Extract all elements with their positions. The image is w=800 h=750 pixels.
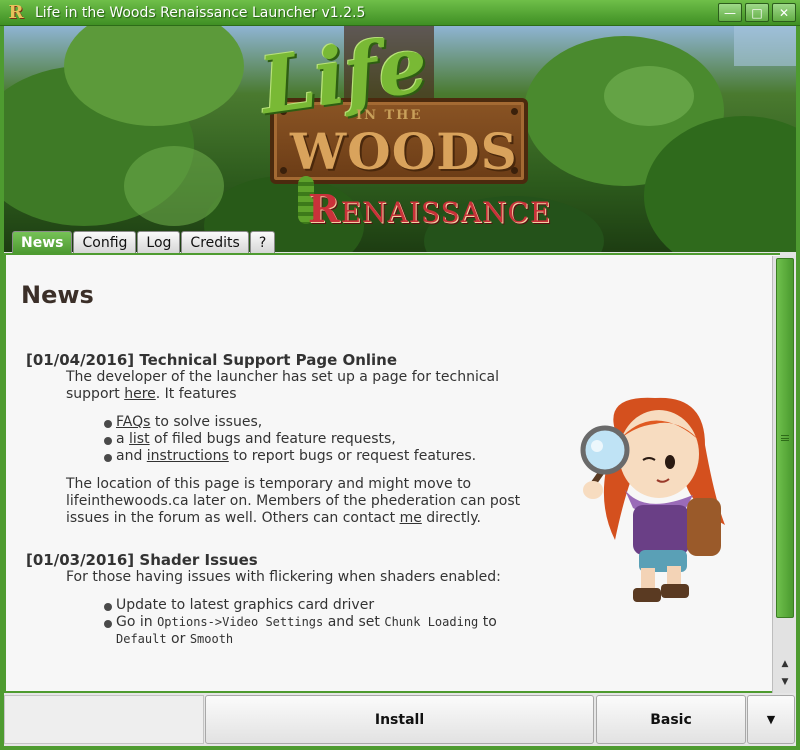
grip-icon [781,435,789,441]
article-intro: For those having issues with flickering … [66,569,501,585]
article-title: [01/04/2016] Technical Support Page Onli… [26,351,398,369]
mascot-illustration [580,397,725,602]
list-item: FAQs to solve issues, [104,414,546,431]
list-item-text: and [116,448,147,464]
status-area [4,695,204,744]
article-text: . It features [155,386,237,402]
list-item-text: to [478,614,497,630]
maximize-button[interactable]: □ [745,3,769,22]
list-item-text: Go in [116,614,158,630]
tab-config[interactable]: Config [73,231,137,253]
instructions-link[interactable]: instructions [147,448,229,464]
support-page-link[interactable]: here [124,386,156,402]
mode-select[interactable]: Basic [596,695,746,744]
list-item: Update to latest graphics card driver [104,597,546,614]
vertical-scrollbar[interactable]: ▲ ▼ [772,256,796,693]
window-controls: — □ ✕ [718,3,796,22]
fix-list: Update to latest graphics card driver Go… [104,597,546,648]
article-outro: The location of this page is temporary a… [66,476,546,527]
tab-bar: News Config Log Credits ? [12,231,276,253]
tab-news[interactable]: News [12,231,73,253]
logo-woods-text: WOODS [290,122,518,181]
faqs-link[interactable]: FAQs [116,414,150,430]
list-item-text: to report bugs or request features. [228,448,477,464]
logo-renaissance-rest: ENAISSANCE [340,196,552,229]
article-text: directly. [421,510,481,526]
list-item: Go in Options->Video Settings and set Ch… [104,614,546,648]
tab-log[interactable]: Log [137,231,181,253]
logo-renaissance-text: RENAISSANCE [308,186,551,231]
install-button[interactable]: Install [205,695,594,744]
list-item-text: a [116,431,130,447]
chevron-down-icon[interactable]: ▼ [747,695,795,744]
app-icon: R [8,2,24,23]
list-item: a list of filed bugs and feature request… [104,431,546,448]
logo-renaissance-initial: R [308,186,341,231]
news-article: [01/03/2016] Shader Issues For those hav… [26,551,546,659]
scroll-thumb[interactable] [776,258,794,618]
list-item-text: to solve issues, [150,414,263,430]
article-title: [01/03/2016] Shader Issues [26,551,258,569]
list-item: and instructions to report bugs or reque… [104,448,546,465]
article-intro: The developer of the launcher has set up… [66,369,546,403]
code-text: Chunk Loading [384,615,479,629]
window-title: Life in the Woods Renaissance Launcher v… [35,4,366,21]
tab-help[interactable]: ? [249,231,276,253]
scroll-up-icon[interactable]: ▲ [776,656,794,672]
list-item-text: and set [323,614,385,630]
list-item-text: or [166,631,190,647]
bug-list-link[interactable]: list [129,431,150,447]
contact-me-link[interactable]: me [400,510,422,526]
page-title: News [21,281,94,309]
scroll-down-icon[interactable]: ▼ [776,674,794,690]
close-button[interactable]: ✕ [772,3,796,22]
code-text: Smooth [189,632,234,646]
tab-credits[interactable]: Credits [181,231,249,253]
logo-in-the-text: IN THE [356,108,423,123]
code-text: Default [116,632,167,646]
feature-list: FAQs to solve issues, a list of filed bu… [104,414,546,465]
list-item-text: of filed bugs and feature requests, [149,431,396,447]
code-text: Options->Video Settings [157,615,324,629]
news-article: [01/04/2016] Technical Support Page Onli… [26,351,546,527]
minimize-button[interactable]: — [718,3,742,22]
